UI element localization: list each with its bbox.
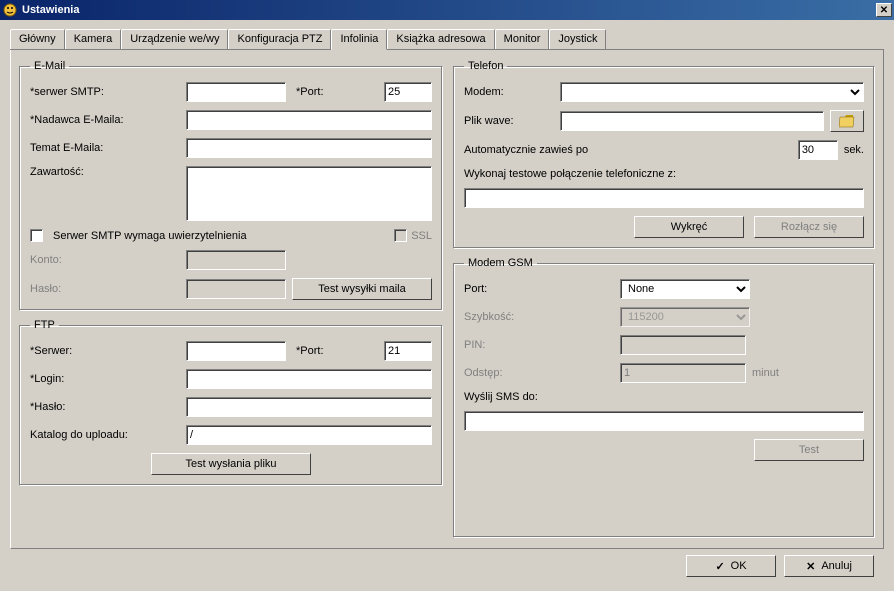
phone-test-label: Wykonaj testowe połączenie telefoniczne …: [464, 168, 676, 180]
gsm-port-select[interactable]: None: [620, 279, 750, 299]
ok-button[interactable]: OK: [686, 555, 776, 577]
wave-label: Plik wave:: [464, 115, 554, 127]
email-group: E-Mail *serwer SMTP: *Port: *Nadawca E-M…: [19, 60, 443, 311]
gsm-speed-label: Szybkość:: [464, 311, 554, 323]
check-icon: [715, 560, 724, 573]
tab-bar: Główny Kamera Urządzenie we/wy Konfigura…: [10, 29, 884, 50]
ftp-password-input[interactable]: [186, 397, 432, 417]
smtp-port-label: *Port:: [296, 86, 324, 98]
gsm-group: Modem GSM Port: None Szybkość: 115200 PI…: [453, 257, 875, 538]
test-email-button[interactable]: Test wysyłki maila: [292, 278, 432, 300]
body-input[interactable]: [186, 166, 432, 221]
ftp-server-input[interactable]: [186, 341, 286, 361]
hangup-button: Rozłącz się: [754, 216, 864, 238]
account-label: Konto:: [30, 254, 180, 266]
app-icon: [2, 2, 18, 18]
tab-camera[interactable]: Kamera: [65, 29, 122, 49]
cancel-label: Anuluj: [821, 560, 852, 572]
modem-select[interactable]: [560, 82, 864, 102]
smtp-label: *serwer SMTP:: [30, 86, 180, 98]
smtp-port-input[interactable]: [384, 82, 432, 102]
phone-test-input[interactable]: [464, 188, 864, 208]
phone-legend: Telefon: [464, 60, 507, 72]
hangup-post-label: sek.: [844, 144, 864, 156]
email-password-label: Hasło:: [30, 283, 180, 295]
ftp-password-label: *Hasło:: [30, 401, 180, 413]
tab-panel: E-Mail *serwer SMTP: *Port: *Nadawca E-M…: [10, 49, 884, 549]
ftp-legend: FTP: [30, 319, 59, 331]
gsm-port-label: Port:: [464, 283, 554, 295]
browse-wave-button[interactable]: [830, 110, 864, 132]
modem-label: Modem:: [464, 86, 554, 98]
gsm-interval-input: [620, 363, 746, 383]
tab-joystick[interactable]: Joystick: [549, 29, 606, 49]
ftp-login-label: *Login:: [30, 373, 180, 385]
tab-main[interactable]: Główny: [10, 29, 65, 49]
sms-label: Wyślij SMS do:: [464, 391, 538, 403]
close-button[interactable]: ✕: [876, 3, 892, 17]
sms-input[interactable]: [464, 411, 864, 431]
test-ftp-button[interactable]: Test wysłania pliku: [151, 453, 311, 475]
ok-label: OK: [731, 560, 747, 572]
subject-label: Temat E-Maila:: [30, 142, 180, 154]
ftp-dir-label: Katalog do uploadu:: [30, 429, 180, 441]
tab-ptz-config[interactable]: Konfiguracja PTZ: [228, 29, 331, 49]
tab-hotline[interactable]: Infolinia: [331, 29, 387, 50]
x-icon: [806, 560, 815, 573]
gsm-legend: Modem GSM: [464, 257, 537, 269]
ssl-checkbox: [394, 229, 407, 242]
gsm-test-button: Test: [754, 439, 864, 461]
ftp-port-input[interactable]: [384, 341, 432, 361]
gsm-interval-unit: minut: [752, 367, 779, 379]
ftp-group: FTP *Serwer: *Port: *Login: *Hasło: Kata…: [19, 319, 443, 486]
auth-checkbox[interactable]: [30, 229, 43, 242]
smtp-input[interactable]: [186, 82, 286, 102]
ftp-port-label: *Port:: [296, 345, 324, 357]
auth-label: Serwer SMTP wymaga uwierzytelnienia: [53, 230, 247, 242]
titlebar: Ustawienia ✕: [0, 0, 894, 20]
gsm-pin-input: [620, 335, 746, 355]
subject-input[interactable]: [186, 138, 432, 158]
phone-group: Telefon Modem: Plik wave: Automatycznie …: [453, 60, 875, 249]
hangup-seconds-input[interactable]: [798, 140, 838, 160]
gsm-pin-label: PIN:: [464, 339, 554, 351]
hangup-pre-label: Automatycznie zawieś po: [464, 144, 588, 156]
tab-address-book[interactable]: Książka adresowa: [387, 29, 494, 49]
tab-io-device[interactable]: Urządzenie we/wy: [121, 29, 228, 49]
email-password-input: [186, 279, 286, 299]
body-label: Zawartość:: [30, 166, 180, 178]
dial-button[interactable]: Wykręć: [634, 216, 744, 238]
gsm-speed-select: 115200: [620, 307, 750, 327]
account-input: [186, 250, 286, 270]
window-title: Ustawienia: [22, 4, 876, 16]
cancel-button[interactable]: Anuluj: [784, 555, 874, 577]
ssl-label: SSL: [411, 230, 432, 242]
ftp-dir-input[interactable]: [186, 425, 432, 445]
ftp-login-input[interactable]: [186, 369, 432, 389]
gsm-interval-label: Odstęp:: [464, 367, 554, 379]
email-legend: E-Mail: [30, 60, 69, 72]
dialog-footer: OK Anuluj: [10, 549, 884, 583]
tab-monitor[interactable]: Monitor: [495, 29, 550, 49]
folder-icon: [839, 114, 855, 128]
wave-input[interactable]: [560, 111, 824, 131]
ftp-server-label: *Serwer:: [30, 345, 180, 357]
sender-input[interactable]: [186, 110, 432, 130]
sender-label: *Nadawca E-Maila:: [30, 114, 180, 126]
